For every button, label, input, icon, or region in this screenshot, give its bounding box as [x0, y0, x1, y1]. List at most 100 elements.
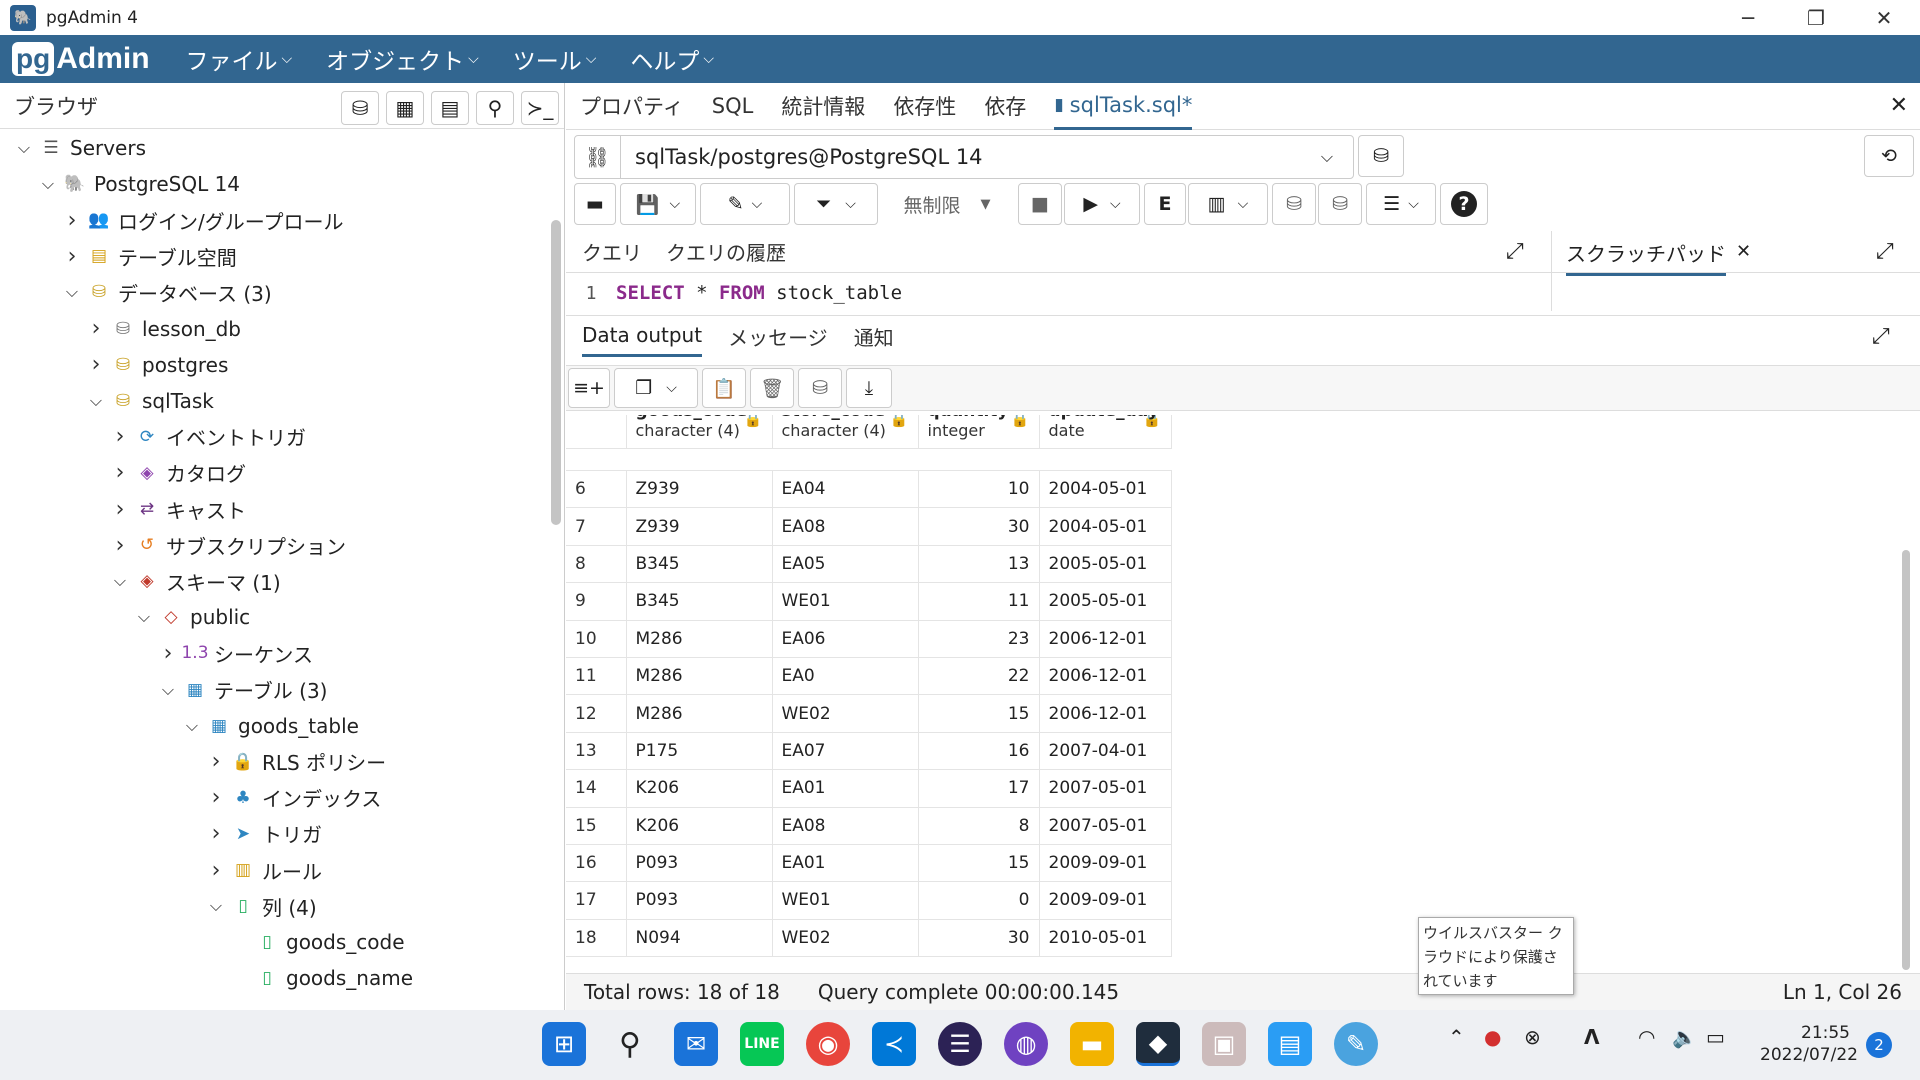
table-cell[interactable]: 10 — [917, 469, 1040, 509]
x-tray-icon[interactable]: ⊗ — [1524, 1025, 1541, 1049]
table-cell[interactable]: K206 — [625, 769, 773, 808]
chevron-down-icon[interactable]: ⌵ — [14, 138, 34, 158]
table-cell[interactable]: P093 — [625, 881, 773, 920]
search-icon[interactable]: ⚲ — [608, 1022, 652, 1066]
ime-icon[interactable]: Λ — [1584, 1025, 1599, 1049]
table-row[interactable]: 7 Z939 EA08 30 2004-05-01 — [566, 507, 1172, 546]
table-row[interactable]: 12 M286 WE02 15 2006-12-01 — [566, 694, 1172, 733]
open-file-button[interactable]: ▬ — [574, 183, 616, 225]
copy-button[interactable]: ❐ ⌵ — [614, 368, 698, 408]
table-cell[interactable]: 17 — [917, 769, 1040, 808]
table-cell[interactable]: Z939 — [625, 507, 773, 546]
minimize-button[interactable]: ─ — [1714, 0, 1782, 35]
tab-query-file[interactable]: ▮ sqlTask.sql* — [1054, 83, 1193, 130]
tab-notifications[interactable]: 通知 — [854, 317, 894, 357]
chevron-right-icon[interactable]: › — [206, 749, 226, 774]
chevron-right-icon[interactable]: › — [110, 460, 130, 485]
close-scratch-icon[interactable]: ✕ — [1736, 241, 1751, 262]
table-cell[interactable]: EA08 — [771, 806, 919, 845]
chevron-down-icon[interactable]: ⌵ — [110, 571, 130, 591]
tree-node[interactable]: › ⇄ キャスト — [110, 491, 246, 527]
table-cell[interactable]: P175 — [625, 731, 773, 771]
table-cell[interactable]: EA07 — [771, 731, 919, 771]
trendmicro-icon[interactable]: ● — [1484, 1025, 1501, 1049]
table-cell[interactable]: 23 — [917, 619, 1040, 658]
table-row[interactable]: 8 B345 EA05 13 2005-05-01 — [566, 544, 1172, 584]
table-row[interactable]: 6 Z939 EA04 10 2004-05-01 — [566, 469, 1172, 509]
tree-node[interactable]: › ◈ カタログ — [110, 455, 246, 491]
tree-node[interactable]: › 🔒 RLS ポリシー — [206, 744, 387, 780]
tree-node[interactable]: ⌵ ☰ Servers — [14, 130, 146, 166]
reset-layout-button[interactable]: ⟲ — [1864, 135, 1914, 177]
table-cell[interactable]: EA08 — [771, 507, 919, 546]
table-cell[interactable]: 2004-05-01 — [1038, 507, 1172, 546]
paste-button[interactable]: 📋 — [702, 368, 746, 408]
tree-node[interactable]: ▯ goods_name — [230, 960, 413, 996]
query-tool-button[interactable]: ⛁ — [341, 91, 379, 125]
column-header[interactable]: goods_codecharacter (4)🔒 — [625, 415, 773, 449]
tab-sql[interactable]: SQL — [712, 83, 754, 130]
table-cell[interactable]: WE01 — [771, 582, 919, 621]
delete-button[interactable]: 🗑 — [750, 368, 794, 408]
execute-button[interactable]: ▶ ⌵ — [1064, 183, 1140, 225]
table-cell[interactable]: EA01 — [771, 843, 919, 883]
line-app-icon[interactable]: LINE — [740, 1022, 784, 1066]
wifi-icon[interactable]: ◠ — [1638, 1025, 1655, 1049]
chevron-right-icon[interactable]: › — [110, 424, 130, 449]
table-cell[interactable]: 15 — [917, 843, 1040, 883]
tree-node[interactable]: ⌵ 🐘 PostgreSQL 14 — [38, 166, 240, 202]
tree-node[interactable]: › ▥ ルール — [206, 852, 322, 888]
table-cell[interactable]: 11 — [917, 582, 1040, 621]
chevron-right-icon[interactable]: › — [86, 316, 106, 341]
table-cell[interactable]: B345 — [625, 582, 773, 621]
chrome-icon[interactable]: ◉ — [806, 1022, 850, 1066]
tree-node[interactable]: ⌵ ▦ テーブル (3) — [158, 672, 328, 708]
tab-dependencies[interactable]: 依存性 — [893, 83, 956, 130]
tab-properties[interactable]: プロパティ — [580, 83, 684, 130]
tree-node[interactable]: › ♣ インデックス — [206, 780, 382, 816]
menu-tools[interactable]: ツール ⌵ — [513, 42, 597, 76]
new-connection-button[interactable]: ⛁ — [1358, 135, 1404, 177]
save-data-button[interactable]: ⛁ — [798, 368, 842, 408]
tab-messages[interactable]: メッセージ — [728, 317, 828, 357]
table-cell[interactable]: 2009-09-01 — [1038, 843, 1172, 883]
tab-data-output[interactable]: Data output — [582, 317, 703, 357]
chevron-down-icon[interactable]: ⌵ — [62, 282, 82, 302]
menu-file[interactable]: ファイル ⌵ — [186, 42, 293, 76]
tab-dependents[interactable]: 依存 — [984, 83, 1026, 130]
psql-tool-button[interactable]: ≻_ — [521, 91, 559, 125]
table-cell[interactable]: M286 — [625, 694, 773, 733]
tree-node[interactable]: ▯ goods_code — [230, 924, 404, 960]
chevron-right-icon[interactable]: › — [158, 641, 178, 666]
chevron-right-icon[interactable]: › — [110, 497, 130, 522]
tab-statistics[interactable]: 統計情報 — [781, 83, 865, 130]
view-data-button[interactable]: ▦ — [386, 91, 424, 125]
menu-object[interactable]: オブジェクト ⌵ — [326, 42, 479, 76]
close-window-button[interactable]: ✕ — [1850, 0, 1918, 35]
expand-icon[interactable]: ⤢ — [1872, 324, 1890, 349]
mail-icon[interactable]: ✉ — [674, 1022, 718, 1066]
tree-node[interactable]: ⌵ ▯ 列 (4) — [206, 888, 317, 924]
table-cell[interactable]: N094 — [625, 918, 773, 958]
scratch-editor[interactable] — [1552, 273, 1920, 311]
maximize-button[interactable]: ❐ — [1782, 0, 1850, 35]
table-cell[interactable]: 2006-12-01 — [1038, 656, 1172, 696]
chevron-down-icon[interactable]: ⌵ — [158, 680, 178, 700]
tree-node[interactable]: › 👥 ログイン/グループロール — [62, 202, 344, 238]
table-cell[interactable]: WE01 — [771, 881, 919, 920]
chevron-right-icon[interactable]: › — [206, 858, 226, 883]
table-row[interactable]: 15 K206 EA08 8 2007-05-01 — [566, 806, 1172, 845]
table-cell[interactable]: 2007-04-01 — [1038, 731, 1172, 771]
table-cell[interactable]: Z939 — [625, 469, 773, 509]
table-row[interactable]: 13 P175 EA07 16 2007-04-01 — [566, 731, 1172, 771]
table-row[interactable]: 16 P093 EA01 15 2009-09-01 — [566, 843, 1172, 883]
tab-query[interactable]: クエリ — [582, 237, 642, 266]
table-cell[interactable]: M286 — [625, 619, 773, 658]
table-cell[interactable]: 22 — [917, 656, 1040, 696]
commit-button[interactable]: ⛁ — [1272, 183, 1316, 225]
table-cell[interactable]: 2004-05-01 — [1038, 469, 1172, 509]
table-row[interactable]: 14 K206 EA01 17 2007-05-01 — [566, 769, 1172, 808]
explain-button[interactable]: E — [1144, 183, 1186, 225]
folder-icon[interactable]: ▬ — [1070, 1022, 1114, 1066]
table-cell[interactable]: 30 — [917, 918, 1040, 958]
